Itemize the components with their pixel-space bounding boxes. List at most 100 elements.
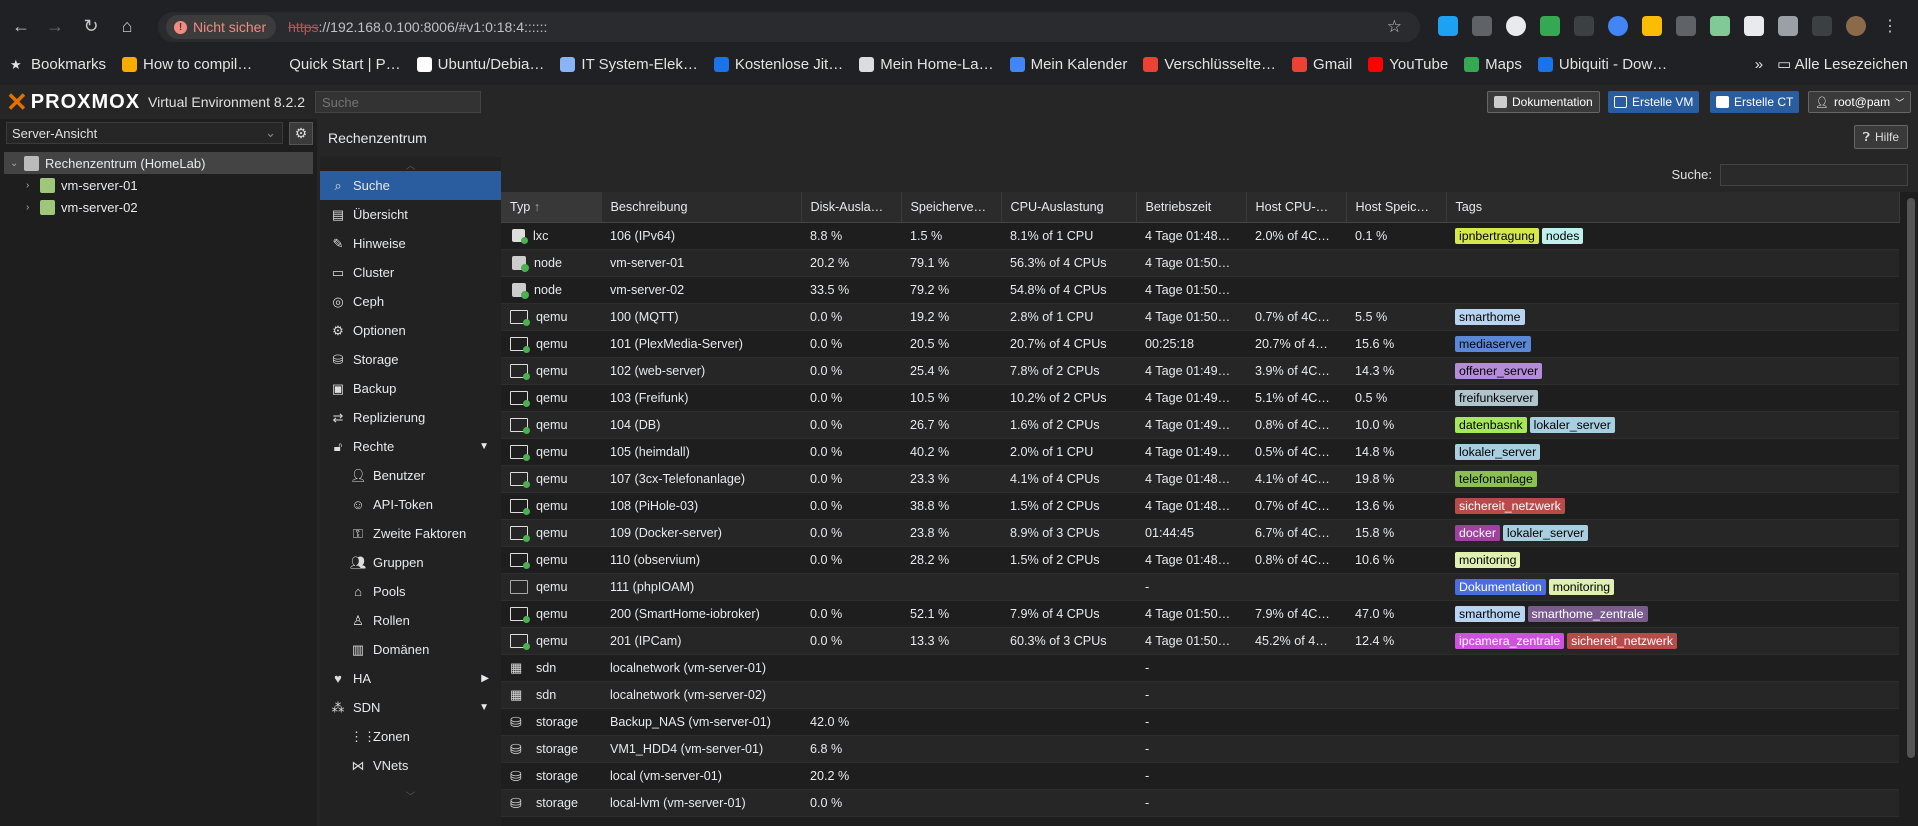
bookmark-item[interactable]: YouTube [1368,56,1448,73]
bookmark-item[interactable]: Kostenlose Jit… [713,56,843,73]
bookmark-item[interactable]: Gmail [1292,56,1352,73]
chevron-right-icon[interactable]: » [1755,56,1763,73]
menu-item-backup[interactable]: ▣ Backup [320,374,501,403]
sidepanel-icon[interactable] [1812,16,1832,36]
menu-item-dom-nen[interactable]: ▥ Domänen [320,635,501,664]
tag-badge[interactable]: ipcamera_zentrale [1455,632,1565,649]
table-row[interactable]: qemu 110 (observium) 0.0 % 28.2 % 1.5% of 2 … [501,546,1899,573]
table-row[interactable]: ▦ sdn localnetwork (vm-server-01) - [501,654,1899,681]
bookmark-item[interactable]: ★ Bookmarks [10,56,106,73]
tag-badge[interactable]: freifunkserver [1455,389,1538,406]
more-menu-icon[interactable]: ⋮ [1880,16,1900,36]
table-row[interactable]: qemu 101 (PlexMedia-Server) 0.0 % 20.5 % 20.… [501,330,1899,357]
not-secure-chip[interactable]: ! Nicht sicher [166,15,277,39]
bookmark-star-icon[interactable]: ☆ [1387,17,1402,37]
extension-icon[interactable] [1540,16,1560,36]
grid-search-input[interactable] [1720,164,1908,186]
url-text[interactable]: https://192.168.0.100:8006/#v1:0:18:4:::… [288,19,547,35]
table-row[interactable]: qemu 108 (PiHole-03) 0.0 % 38.8 % 1.5% of 2 … [501,492,1899,519]
caret-down-icon[interactable]: ▼ [479,702,489,713]
tag-badge[interactable]: lokaler_server [1455,443,1541,460]
menu-item-gruppen[interactable]: 👥︎ Gruppen [320,548,501,577]
tag-badge[interactable]: offener_server [1455,362,1543,379]
chevron-right-icon[interactable]: › [26,180,40,191]
create-ct-button[interactable]: Erstelle CT [1710,91,1800,113]
column-header[interactable]: Beschreibung [601,192,802,223]
reload-icon[interactable]: ↻ [78,13,104,39]
chevron-down-icon[interactable]: ⌄ [10,158,24,169]
tag-badge[interactable]: monitoring [1455,551,1521,568]
table-row[interactable]: ⛁ storage local-lvm (vm-server-01) 0.0 % - [501,789,1899,816]
table-row[interactable]: ⛁ storage Backup_NAS (vm-server-01) 42.0 % - [501,708,1899,735]
menu-item-benutzer[interactable]: 👤︎ Benutzer [320,461,501,490]
menu-item-cluster[interactable]: ▭ Cluster [320,258,501,287]
column-header[interactable]: Tags [1446,192,1900,223]
vertical-scrollbar[interactable] [1900,192,1918,826]
extension-icon[interactable] [1574,16,1594,36]
bookmark-item[interactable]: IT System-Elek… [560,56,698,73]
table-row[interactable]: qemu 100 (MQTT) 0.0 % 19.2 % 2.8% of 1 CPU 4 … [501,303,1899,330]
tag-badge[interactable]: nodes [1541,227,1584,244]
menu-scroll-down-icon[interactable]: ﹀ [320,788,501,803]
create-vm-button[interactable]: Erstelle VM [1608,91,1700,113]
user-menu-button[interactable]: 👤︎ root@pam ﹀ [1808,91,1912,113]
column-header[interactable]: Host Speic… [1346,192,1447,223]
menu-item-vnets[interactable]: ⋈ VNets [320,751,501,780]
table-row[interactable]: qemu 200 (SmartHome-iobroker) 0.0 % 52.1 % 7… [501,600,1899,627]
table-row[interactable]: ▦ sdn localnetwork (vm-server-02) - [501,681,1899,708]
menu-item--bersicht[interactable]: ▤ Übersicht [320,200,501,229]
twitter-extension-icon[interactable] [1438,16,1458,36]
tag-badge[interactable]: smarthome [1455,605,1525,622]
column-header[interactable]: Host CPU-… [1246,192,1347,223]
column-header[interactable]: CPU-Auslastung [1001,192,1137,223]
menu-item-suche[interactable]: ⌕ Suche [320,171,501,200]
extension-icon[interactable] [1472,16,1492,36]
menu-item-storage[interactable]: ⛁ Storage [320,345,501,374]
column-header[interactable]: Disk-Ausla… [801,192,902,223]
help-button[interactable]: ❓︎ Hilfe [1853,125,1908,149]
tag-badge[interactable]: docker [1455,524,1500,541]
bookmark-item[interactable]: Ubuntu/Debia… [416,56,544,73]
table-row[interactable]: qemu 109 (Docker-server) 0.0 % 23.8 % 8.9% o… [501,519,1899,546]
bookmark-item[interactable]: Mein Kalender [1009,56,1127,73]
table-row[interactable]: node vm-server-01 20.2 % 79.1 % 56.3% of 4 C… [501,249,1899,276]
address-bar[interactable]: ! Nicht sicher https://192.168.0.100:8006… [158,12,1420,42]
menu-item-ha[interactable]: ♥ HA ▶ [320,664,501,693]
tree-item-datacenter[interactable]: ⌄ Rechenzentrum (HomeLab) [4,152,313,174]
menu-item-pools[interactable]: ⌂ Pools [320,577,501,606]
menu-item-rollen[interactable]: ♙ Rollen [320,606,501,635]
table-row[interactable]: qemu 104 (DB) 0.0 % 26.7 % 1.6% of 2 CPUs 4 T… [501,411,1899,438]
bookmark-item[interactable]: How to compil… [122,56,252,73]
menu-scroll-up-icon[interactable]: ︿ [320,157,501,172]
chevron-right-icon[interactable]: › [26,202,40,213]
tag-badge[interactable]: monitoring [1548,578,1615,595]
tag-badge[interactable]: smarthome_zentrale [1527,605,1648,622]
extension-icon[interactable] [1608,16,1628,36]
menu-item-rechte[interactable]: 🔓︎ Rechte ▼ [320,432,501,461]
tree-item-node[interactable]: › vm-server-01 [0,174,317,196]
documentation-button[interactable]: Dokumentation [1487,91,1600,113]
extension-icon[interactable] [1642,16,1662,36]
menu-item-hinweise[interactable]: ✎ Hinweise [320,229,501,258]
tag-badge[interactable]: Dokumentation [1455,578,1546,595]
home-icon[interactable]: ⌂ [114,13,140,39]
tag-badge[interactable]: mediaserver [1455,335,1531,352]
extension-icon[interactable] [1744,16,1764,36]
menu-item-optionen[interactable]: ⚙ Optionen [320,316,501,345]
menu-item-api-token[interactable]: ☺ API-Token [320,490,501,519]
global-search-input[interactable] [315,91,481,113]
menu-item-replizierung[interactable]: ⇄ Replizierung [320,403,501,432]
table-row[interactable]: ⛁ storage local (vm-server-01) 20.2 % - [501,762,1899,789]
table-row[interactable]: qemu 103 (Freifunk) 0.0 % 10.5 % 10.2% of 2 … [501,384,1899,411]
tag-badge[interactable]: telefonanlage [1455,470,1537,487]
bookmark-item[interactable]: Quick Start | P… [268,56,401,73]
bookmark-item[interactable]: Ubiquiti - Dow… [1537,56,1667,73]
scrollbar-thumb[interactable] [1907,198,1915,758]
tag-badge[interactable]: smarthome [1455,308,1525,325]
extension-icon[interactable] [1506,16,1526,36]
bookmark-item[interactable]: Verschlüsselte… [1143,56,1276,73]
tree-item-node[interactable]: › vm-server-02 [0,196,317,218]
menu-item-ceph[interactable]: ◎ Ceph [320,287,501,316]
tag-badge[interactable]: datenbasnk [1455,416,1527,433]
forward-arrow-icon[interactable]: → [42,13,68,39]
